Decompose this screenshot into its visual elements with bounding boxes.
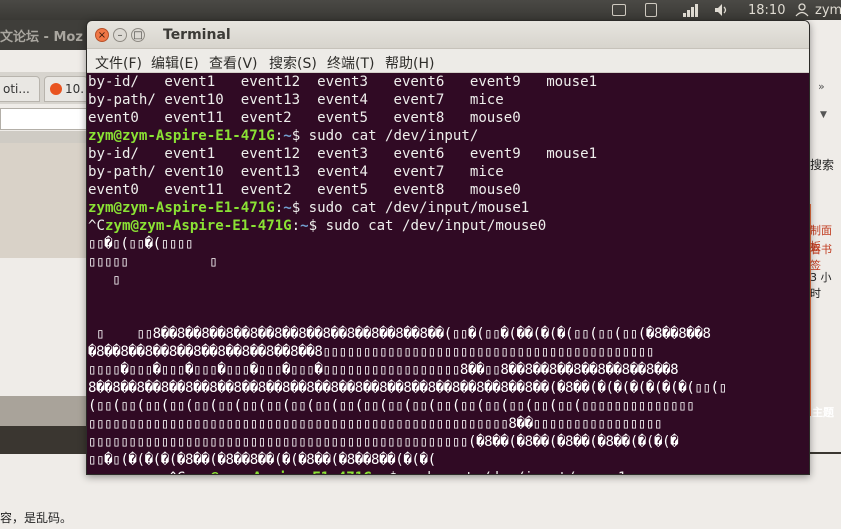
terminal-titlebar[interactable]: × – □ Terminal — [87, 21, 809, 49]
terminal-window[interactable]: × – □ Terminal 文件(F) 编辑(E) 查看(V) 搜索(S) 终… — [86, 20, 810, 475]
menu-terminal[interactable]: 终端(T) — [327, 53, 374, 73]
terminal-line: (▯▯(▯▯(▯▯(▯▯(▯▯(▯▯(▯▯(▯▯(▯▯(▯▯(▯▯(▯▯(▯▯(… — [88, 397, 809, 415]
user-name[interactable]: zym — [815, 2, 841, 18]
messages-icon[interactable] — [645, 2, 657, 18]
binary-output: ▯▯�▯(▯▯�(▯▯▯▯ — [88, 236, 194, 252]
menu-edit[interactable]: 编辑(E) — [151, 53, 199, 73]
prompt-user-host: zym@zym-Aspire-E1-471G — [185, 470, 372, 474]
background-search-label[interactable]: 搜索 — [810, 156, 834, 173]
background-url-bar[interactable] — [0, 108, 90, 130]
binary-output: ▯▯▯▯▯ ▯ — [88, 254, 218, 270]
prompt-separator: : — [274, 200, 284, 216]
terminal-line: ▯▯▯▯�▯▯▯�▯▯▯�▯▯▯�▯▯▯�▯▯▯�▯▯▯�▯▯▯▯▯▯▯▯▯▯▯… — [88, 361, 809, 379]
binary-output: ▯▯▯▯▯▯▯▯▯▯▯▯▯▯▯▯▯▯▯▯▯▯▯▯▯▯▯▯▯▯▯▯▯▯▯▯▯▯▯▯… — [88, 434, 679, 450]
binary-output: ▯ — [88, 272, 121, 288]
terminal-line: by-id/ event1 event12 event3 event6 even… — [88, 73, 809, 91]
prompt-path: ~ — [300, 218, 309, 234]
background-sidebar-time: 3 小时 — [810, 271, 832, 300]
network-icon[interactable] — [682, 2, 700, 18]
terminal-line: by-path/ event10 event13 event4 event7 m… — [88, 163, 809, 181]
menu-help[interactable]: 帮助(H) — [385, 53, 434, 73]
menu-search[interactable]: 搜索(S) — [269, 53, 317, 73]
binary-output: (▯▯(▯▯(▯▯(▯▯(▯▯(▯▯(▯▯(▯▯(▯▯(▯▯(▯▯(▯▯(▯▯(… — [88, 398, 695, 414]
terminal-line: ▯▯▯▯▯ ▯ — [88, 253, 809, 271]
chevron-right-icon[interactable]: » — [818, 80, 825, 93]
terminal-line: 8��8��8��8��8��8��8��8��8��8��8��8��8��8… — [88, 379, 809, 397]
terminal-line: event0 event11 event2 event5 event8 mous… — [88, 181, 809, 199]
command-text: sudo cat /dev/input/mouse0 — [317, 218, 547, 234]
terminal-line: ▯▯▯▯▯▯▯▯▯▯▯▯▯▯▯▯▯▯▯▯▯▯▯▯▯▯▯▯▯▯▯▯▯▯▯▯▯▯▯▯… — [88, 433, 809, 451]
terminal-line: ▯ ▯▯8��8��8��8��8��8��8��8��8��8��8��8��… — [88, 325, 809, 343]
prompt-symbol: $ — [389, 470, 398, 474]
menu-file[interactable]: 文件(F) — [95, 53, 142, 73]
terminal-line: ▯▯▯▯▯▯▯▯▯▯^Czym@zym-Aspire-E1-471G:~$ su… — [88, 469, 809, 474]
output-text: event0 event11 event2 event5 event8 mous… — [88, 182, 521, 198]
prompt-separator: : — [274, 128, 284, 144]
close-icon[interactable]: × — [95, 28, 109, 42]
prompt-symbol: $ — [308, 218, 318, 234]
terminal-line: ▯▯�▯(�(�(�(�8��(�8��8��(�(�8��(�8��8��(�… — [88, 451, 809, 469]
prompt-symbol: $ — [291, 128, 301, 144]
command-text: sudo cat /dev/input/ — [300, 128, 479, 144]
window-title: Terminal — [163, 27, 231, 43]
prompt-user-host: zym@zym-Aspire-E1-471G — [104, 218, 292, 234]
prompt-separator: : — [291, 218, 301, 234]
volume-icon[interactable] — [714, 2, 728, 18]
binary-output: 8��8��8��8��8��8��8��8��8��8��8��8��8��8… — [88, 380, 727, 396]
binary-output: ▯▯▯▯▯▯▯▯▯▯▯▯▯▯▯▯▯▯▯▯▯▯▯▯▯▯▯▯▯▯▯▯▯▯▯▯▯▯▯▯… — [88, 416, 663, 432]
command-text: sudo cat /dev/input/mouse1 — [397, 470, 627, 474]
prompt-separator: : — [372, 470, 381, 474]
output-text: event0 event11 event2 event5 event8 mous… — [88, 110, 521, 126]
output-text: by-path/ event10 event13 event4 event7 m… — [88, 164, 504, 180]
terminal-screen[interactable]: by-id/ event1 event12 event3 event6 even… — [87, 73, 809, 474]
terminal-line: zym@zym-Aspire-E1-471G:~$ sudo cat /dev/… — [88, 199, 809, 217]
ubuntu-favicon-icon — [50, 83, 62, 95]
menu-view[interactable]: 查看(V) — [209, 53, 258, 73]
terminal-line: by-id/ event1 event12 event3 event6 even… — [88, 145, 809, 163]
clock[interactable]: 18:10 — [748, 2, 785, 18]
output-text: by-path/ event10 event13 event4 event7 m… — [88, 92, 504, 108]
line-prefix: ▯▯▯▯▯▯▯▯▯▯^C — [88, 470, 185, 474]
output-text: by-id/ event1 event12 event3 event6 even… — [88, 146, 598, 162]
prompt-user-host: zym@zym-Aspire-E1-471G — [88, 200, 275, 216]
binary-output: ▯▯�▯(�(�(�(�8��(�8��8��(�(�8��(�8��8��(�… — [88, 452, 436, 468]
background-post-text: 容，是乱码。 — [0, 511, 73, 525]
background-tab-2[interactable]: 10. — [44, 76, 88, 102]
output-text: by-id/ event1 event12 event3 event6 even… — [88, 74, 598, 90]
line-prefix: ^C — [88, 218, 105, 234]
terminal-line: by-path/ event10 event13 event4 event7 m… — [88, 91, 809, 109]
terminal-line: zym@zym-Aspire-E1-471G:~$ sudo cat /dev/… — [88, 127, 809, 145]
prompt-path: ~ — [283, 128, 292, 144]
prompt-symbol: $ — [291, 200, 301, 216]
background-window-title: 文论坛 - Moz — [0, 20, 100, 50]
mail-icon[interactable] — [612, 2, 626, 18]
terminal-line: �8��8��8��8��8��8��8��8��8��8▯▯▯▯▯▯▯▯▯▯▯… — [88, 343, 809, 361]
binary-output: �8��8��8��8��8��8��8��8��8��8▯▯▯▯▯▯▯▯▯▯▯… — [88, 344, 654, 360]
binary-output: ▯▯▯▯�▯▯▯�▯▯▯�▯▯▯�▯▯▯�▯▯▯�▯▯▯�▯▯▯▯▯▯▯▯▯▯▯… — [88, 362, 679, 378]
terminal-line: ▯▯�▯(▯▯�(▯▯▯▯ — [88, 235, 809, 253]
background-tab-2-label: 10. — [65, 82, 85, 96]
background-topic-label[interactable]: 主题 — [812, 404, 834, 420]
user-icon[interactable] — [795, 2, 809, 18]
minimize-icon[interactable]: – — [113, 28, 127, 42]
prompt-path: ~ — [283, 200, 292, 216]
top-panel: 18:10 zym — [0, 0, 841, 20]
background-tab-1[interactable]: oti... — [0, 76, 40, 102]
terminal-line: ▯▯▯▯▯▯▯▯▯▯▯▯▯▯▯▯▯▯▯▯▯▯▯▯▯▯▯▯▯▯▯▯▯▯▯▯▯▯▯▯… — [88, 415, 809, 433]
binary-output: ▯ ▯▯8��8��8��8��8��8��8��8��8��8��8��8��… — [88, 326, 711, 342]
menu-bar: 文件(F) 编辑(E) 查看(V) 搜索(S) 终端(T) 帮助(H) — [87, 49, 809, 73]
terminal-line: ^Czym@zym-Aspire-E1-471G:~$ sudo cat /de… — [88, 217, 809, 235]
prompt-user-host: zym@zym-Aspire-E1-471G — [88, 128, 275, 144]
prompt-path: ~ — [380, 470, 389, 474]
maximize-icon[interactable]: □ — [131, 28, 145, 42]
dropdown-arrow-icon[interactable]: ▼ — [820, 110, 827, 120]
terminal-line: ▯ — [88, 271, 809, 289]
command-text: sudo cat /dev/input/mouse1 — [300, 200, 530, 216]
terminal-line: event0 event11 event2 event5 event8 mous… — [88, 109, 809, 127]
